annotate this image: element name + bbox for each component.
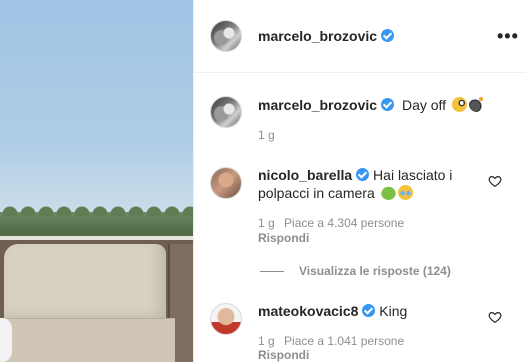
photo-seat [0,318,175,362]
comment-avatar-barella[interactable] [210,167,242,199]
author-avatar[interactable] [210,20,242,52]
face-with-tears-of-joy-icon [397,185,413,200]
photo-knee [0,318,12,362]
nauseated-face-icon [380,185,396,200]
comment-text: King [379,303,408,319]
verified-badge-icon [356,168,370,181]
comment-likes[interactable]: Piace a 1.041 persone [284,334,404,348]
author-username-row[interactable]: marcelo_brozovic [258,28,395,44]
post-details-panel: marcelo_brozovic ••• marcelo_brozovic Da… [193,0,526,362]
view-replies-button[interactable]: Visualizza le risposte (124) [299,264,451,278]
face-with-monocle-icon [451,97,467,112]
comment-likes[interactable]: Piace a 4.304 persone [284,216,404,230]
comment-avatar-kovacic[interactable] [210,303,242,335]
caption-avatar[interactable] [210,96,242,128]
comment-barella-body-line2: polpacci in camera [258,184,413,202]
caption-text: Day off [401,97,447,113]
author-username[interactable]: marcelo_brozovic [258,28,377,44]
post-header: marcelo_brozovic ••• [194,0,526,73]
bomb-icon [468,97,484,112]
comment-time[interactable]: 1 g [258,334,275,348]
verified-badge-icon [381,98,395,111]
photo-cushion [4,244,166,326]
comment-kovacic-meta: 1 g Piace a 1.041 persone [258,334,404,348]
comment-kovacic-body: mateokovacic8 King [258,302,407,320]
more-options-icon[interactable]: ••• [497,26,519,47]
verified-badge-icon [381,29,395,42]
comment-username[interactable]: mateokovacic8 [258,303,358,319]
caption-time[interactable]: 1 g [258,128,275,142]
like-heart-icon[interactable] [488,174,502,188]
comment-time[interactable]: 1 g [258,216,275,230]
reply-button[interactable]: Rispondi [258,231,309,245]
reply-button[interactable]: Rispondi [258,348,309,362]
like-heart-icon[interactable] [488,310,502,324]
comment-username[interactable]: nicolo_barella [258,167,352,183]
replies-divider-line [260,271,284,272]
comment-barella-body: nicolo_barella Hai lasciato i [258,166,452,184]
caption-username[interactable]: marcelo_brozovic [258,97,377,113]
comment-barella-meta: 1 g Piace a 4.304 persone [258,216,404,230]
post-photo[interactable] [0,0,193,362]
comment-text-line2: polpacci in camera [258,185,375,201]
caption-row: marcelo_brozovic Day off [258,97,484,113]
verified-badge-icon [362,304,376,317]
comment-text-line1: Hai lasciato i [373,167,453,183]
